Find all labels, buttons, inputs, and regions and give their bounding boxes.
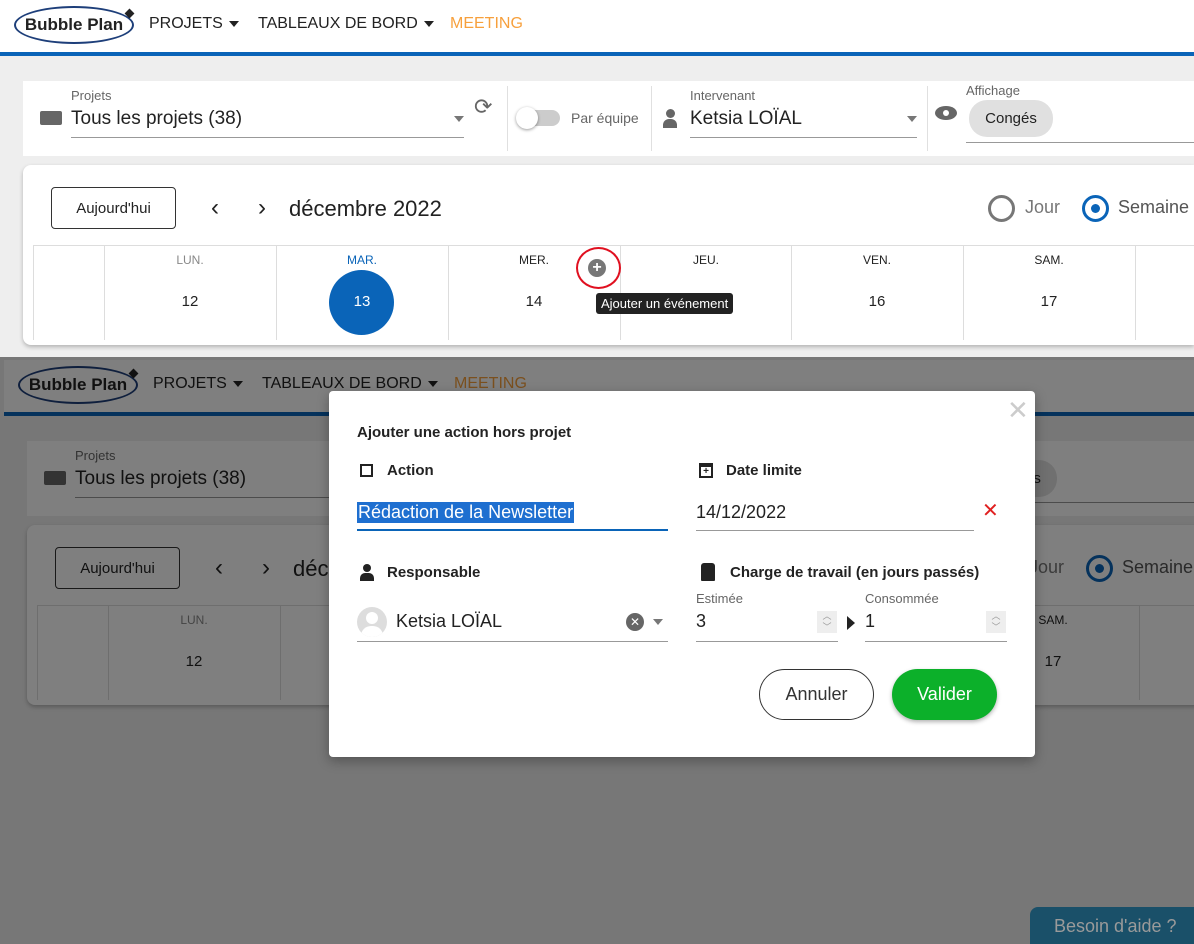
- owner-select[interactable]: Ketsia LOÏAL: [396, 611, 502, 632]
- underline-focused: [357, 529, 668, 531]
- calendar-plus-icon: +: [699, 463, 713, 478]
- underline: [690, 137, 917, 138]
- nav-label: TABLEAUX DE BORD: [258, 15, 418, 32]
- clear-date-icon[interactable]: ✕: [982, 498, 999, 523]
- radio-semaine[interactable]: [1082, 195, 1109, 222]
- logo-text: Bubble Plan: [24, 15, 124, 34]
- divider: [507, 86, 508, 151]
- month-title: décembre 2022: [289, 196, 442, 221]
- submit-button[interactable]: Valider: [892, 669, 997, 720]
- estimated-input[interactable]: 3: [696, 611, 706, 632]
- person-icon: [360, 564, 374, 582]
- estimated-label: Estimée: [696, 591, 743, 606]
- add-action-modal: ✕ Ajouter une action hors projet Action …: [329, 391, 1035, 757]
- clear-owner-icon[interactable]: ✕: [626, 613, 644, 631]
- deadline-input[interactable]: 14/12/2022: [696, 502, 786, 523]
- top-screenshot: Bubble Plan PROJETS TABLEAUX DE BORD MEE…: [0, 0, 1194, 357]
- display-label: Affichage: [966, 83, 1020, 98]
- arrow-right-icon: [847, 616, 855, 630]
- caret-down-icon[interactable]: [653, 619, 663, 625]
- action-input[interactable]: Rédaction de la Newsletter: [357, 502, 575, 523]
- consumed-input[interactable]: 1: [865, 611, 875, 632]
- consumed-label: Consommée: [865, 591, 939, 606]
- action-label: Action: [387, 462, 434, 479]
- add-event-icon[interactable]: +: [588, 259, 606, 277]
- day-name: MAR.: [347, 253, 377, 267]
- day-name: VEN.: [862, 253, 891, 267]
- day-number[interactable]: 17: [963, 293, 1135, 310]
- avatar: [357, 607, 387, 637]
- team-toggle-label: Par équipe: [571, 110, 639, 126]
- underline: [71, 137, 464, 138]
- day-name: SAM.: [1034, 253, 1064, 267]
- assignee-select[interactable]: Ketsia LOÏAL: [690, 108, 802, 130]
- underline: [357, 641, 668, 642]
- radio-jour[interactable]: [988, 195, 1015, 222]
- weight-icon: [701, 563, 715, 581]
- projects-label: Projets: [71, 88, 112, 103]
- estimated-spinner[interactable]: ︿ ﹀: [817, 611, 837, 633]
- chevron-left-icon[interactable]: ‹: [211, 194, 219, 222]
- bottom-screenshot: Bubble Plan PROJETS TABLEAUX DE BORD MEE…: [0, 357, 1194, 944]
- owner-label: Responsable: [387, 564, 481, 581]
- folder-open-icon: [40, 111, 62, 125]
- underline: [865, 641, 1007, 642]
- assignee-label: Intervenant: [690, 88, 756, 103]
- caret-down-icon[interactable]: [907, 116, 917, 122]
- deadline-label: Date limite: [726, 462, 802, 479]
- divider: [927, 86, 928, 151]
- chevron-right-icon[interactable]: ›: [258, 194, 266, 222]
- day-number[interactable]: 14: [448, 293, 620, 310]
- nav-projets[interactable]: PROJETS: [149, 15, 239, 33]
- day-number[interactable]: 12: [104, 293, 276, 310]
- checkbox-icon: [360, 464, 373, 477]
- help-button[interactable]: Besoin d'aide ?: [1030, 907, 1194, 944]
- nav-tableaux-de-bord[interactable]: TABLEAUX DE BORD: [258, 15, 434, 33]
- cancel-button[interactable]: Annuler: [759, 669, 874, 720]
- person-icon: [663, 109, 677, 129]
- chip-conges[interactable]: Congés: [969, 100, 1053, 137]
- modal-title: Ajouter une action hors projet: [357, 424, 572, 441]
- nav-meeting[interactable]: MEETING: [450, 15, 523, 33]
- toggle-knob[interactable]: [516, 107, 538, 129]
- underline: [966, 142, 1194, 143]
- radio-semaine-label[interactable]: Semaine: [1118, 197, 1189, 218]
- today-button[interactable]: Aujourd'hui: [51, 187, 176, 229]
- consumed-spinner[interactable]: ︿ ﹀: [986, 611, 1006, 633]
- caret-down-icon: [423, 20, 434, 27]
- caret-down-icon[interactable]: [454, 116, 464, 122]
- day-number[interactable]: 16: [791, 293, 963, 310]
- close-icon[interactable]: ✕: [1007, 395, 1029, 426]
- tooltip: Ajouter un événement: [596, 293, 734, 314]
- day-column[interactable]: [1135, 245, 1136, 340]
- projects-select[interactable]: Tous les projets (38): [71, 108, 242, 130]
- divider: [651, 86, 652, 151]
- logo[interactable]: Bubble Plan: [14, 6, 134, 44]
- caret-down-icon: [228, 20, 239, 27]
- radio-jour-label[interactable]: Jour: [1025, 197, 1060, 218]
- underline: [696, 641, 838, 642]
- day-name: LUN.: [176, 253, 204, 267]
- nav-label: PROJETS: [149, 15, 223, 32]
- day-name: JEU.: [692, 253, 719, 267]
- refresh-icon[interactable]: ⟳: [474, 94, 492, 120]
- eye-icon[interactable]: [935, 106, 957, 120]
- underline: [696, 530, 974, 531]
- workload-label: Charge de travail (en jours passés): [730, 564, 980, 581]
- day-number-today[interactable]: 13: [276, 293, 448, 310]
